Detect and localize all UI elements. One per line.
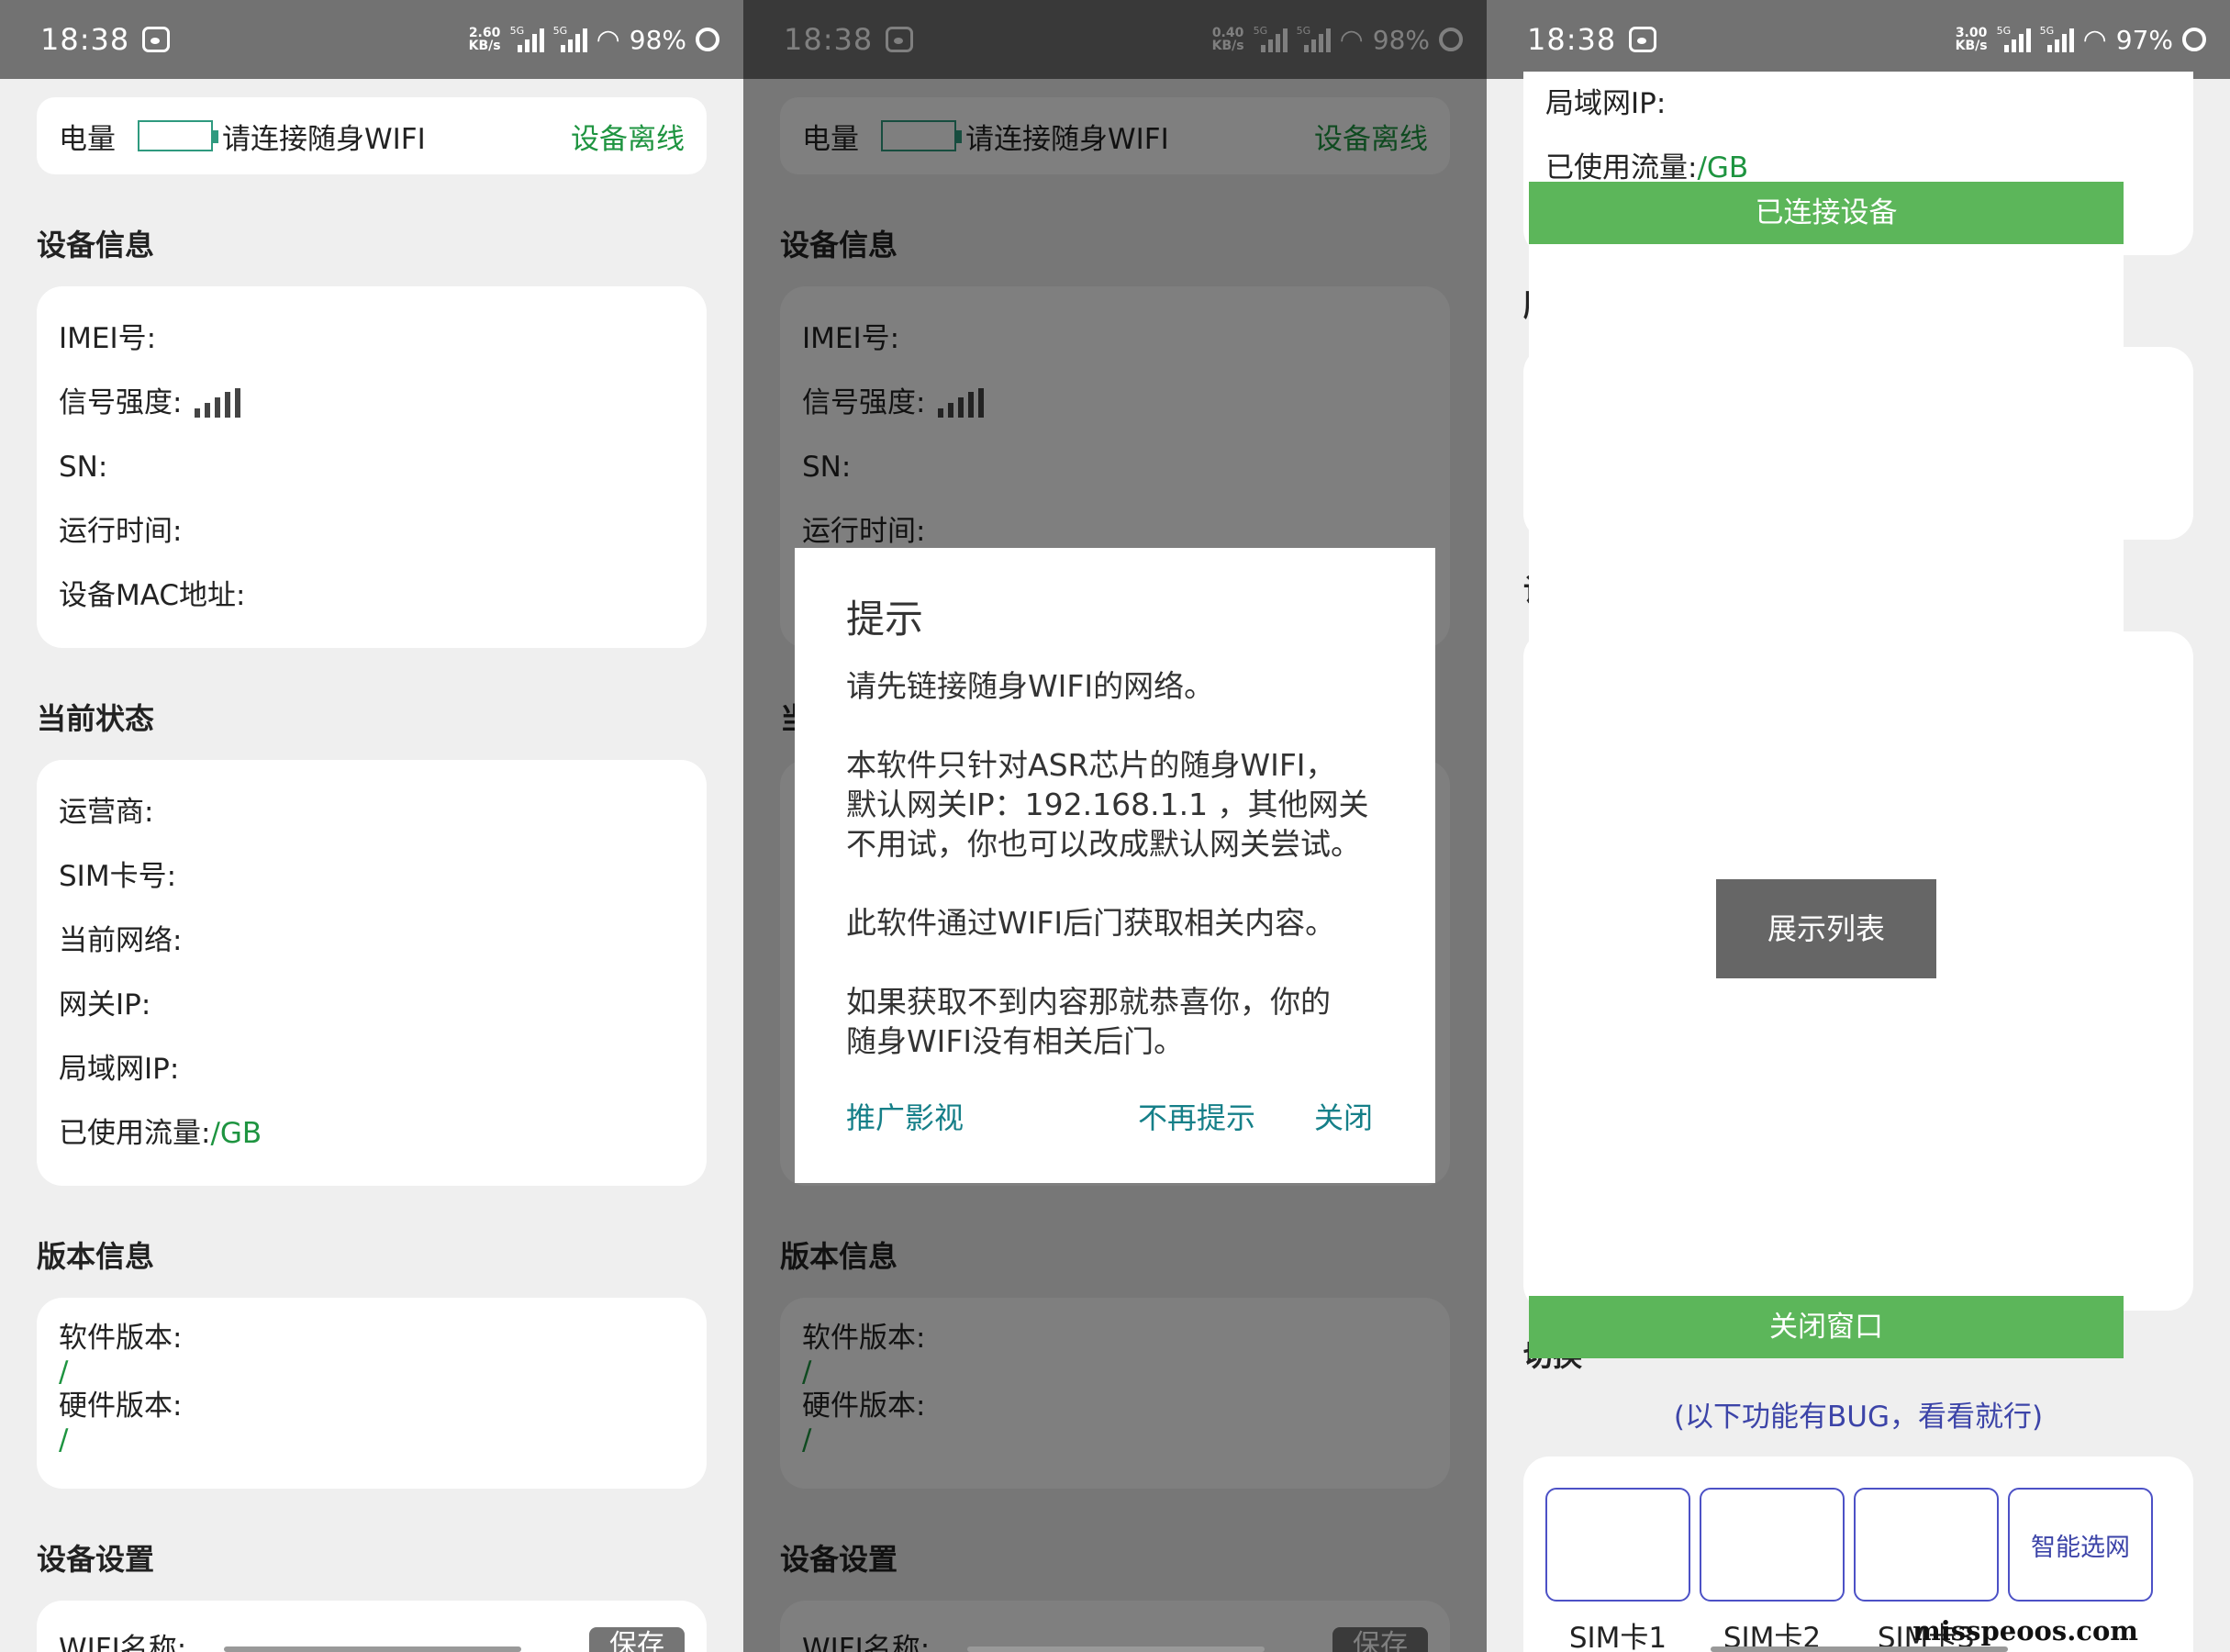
home-indicator (224, 1646, 521, 1652)
screen-main: 18:38 2.60 KB/s 5G 5G ◠ 98% 电量 请连接随身WIFI … (0, 0, 743, 1652)
dialog-title: 提示 (846, 597, 924, 642)
battery-icon (696, 28, 719, 51)
imei-row: IMEI号: (59, 322, 157, 355)
device-list-area: 展示列表 (1529, 244, 2124, 1296)
home-indicator (967, 1646, 1265, 1652)
software-version-label: 软件版本: (59, 1322, 183, 1355)
battery-icon (2182, 28, 2206, 51)
device-topbar: 电量 请连接随身WIFI 设备离线 (37, 97, 707, 174)
section-settings: 设备设置 (37, 1542, 155, 1577)
network-row: 当前网络: (59, 924, 183, 957)
sn-row: SN: (59, 451, 108, 484)
section-device-info: 设备信息 (37, 228, 155, 262)
gallery-icon (1629, 27, 1657, 52)
screen-dialog: 18:38 0.40KB/s 5G 5G ◠ 98% 电量 请连接随身WIFI … (743, 0, 1487, 1652)
screen-connected-devices: 18:38 3.00 KB/s 5G 5G ◠ 97% 局域网IP: 已使用流量:… (1487, 0, 2230, 1652)
status-time: 18:38 (40, 22, 130, 57)
dialog-text-1: 请先链接随身WIFI的网络。 (846, 668, 1215, 704)
popup-title: 已连接设备 (1529, 182, 2124, 244)
close-dialog-button[interactable]: 关闭 (1314, 1095, 1373, 1137)
card-current-state: 运营商: SIM卡号: 当前网络: 网关IP: 局域网IP: 已使用流量:/GB (37, 760, 707, 1186)
wifi-prompt: 请连接随身WIFI (222, 122, 426, 156)
hint-dialog: 提示 请先链接随身WIFI的网络。 本软件只针对ASR芯片的随身WIFI， 默认… (795, 548, 1435, 1183)
watermark: misspeoos.com (1912, 1615, 2138, 1646)
card-settings: WIFI名称: 保存 (37, 1601, 707, 1652)
battery-label: 电量 (59, 122, 116, 156)
wifi-name-label: WIFI名称: (59, 1632, 187, 1652)
gallery-icon (142, 27, 171, 52)
device-status: 设备离线 (571, 122, 685, 156)
signal-strength-icon (195, 388, 241, 418)
save-button[interactable]: 保存 (589, 1627, 685, 1652)
gateway-row: 网关IP: (59, 988, 151, 1021)
cell-signal-icon: 5G (1997, 25, 2031, 52)
cell-signal-icon-2: 5G (2040, 25, 2074, 52)
carrier-row: 运营商: (59, 796, 154, 829)
network-speed: 2.60 KB/s (468, 26, 501, 53)
card-version: 软件版本: / 硬件版本: / (37, 1298, 707, 1489)
signal-row: 信号强度: (59, 371, 685, 435)
sim-row: SIM卡号: (59, 860, 177, 893)
close-window-button[interactable]: 关闭窗口 (1529, 1296, 2124, 1358)
card-device-info: IMEI号: 信号强度: SN: 运行时间: 设备MAC地址: (37, 286, 707, 648)
hardware-version-value: / (59, 1423, 69, 1457)
traffic-row: 已使用流量:/GB (59, 1117, 262, 1150)
hardware-version-label: 硬件版本: (59, 1390, 183, 1423)
status-bar: 18:38 3.00 KB/s 5G 5G ◠ 97% (1487, 0, 2230, 79)
software-version-value: / (59, 1356, 69, 1389)
battery-percent: 98% (629, 24, 686, 55)
wifi-icon: ◠ (2082, 23, 2107, 56)
status-time: 18:38 (1527, 22, 1617, 57)
promo-button[interactable]: 推广影视 (846, 1095, 964, 1137)
dialog-text-3: 此软件通过WIFI后门获取相关内容。 (846, 905, 1336, 941)
device-battery-icon (138, 120, 218, 151)
home-indicator (1711, 1646, 2008, 1652)
status-bar: 18:38 2.60 KB/s 5G 5G ◠ 98% (0, 0, 743, 79)
sim2-option[interactable]: SIM卡2 (1700, 1488, 1845, 1652)
sim1-option[interactable]: SIM卡1 (1545, 1488, 1690, 1652)
cell-signal-icon: 5G (510, 25, 544, 52)
battery-percent: 97% (2115, 24, 2173, 55)
lan-ip-row: 局域网IP: (1545, 87, 1667, 120)
uptime-row: 运行时间: (59, 515, 183, 548)
traffic-value: /GB (210, 1117, 262, 1150)
section-current-state: 当前状态 (37, 701, 155, 736)
dialog-text-4: 如果获取不到内容那就恭喜你，你的 随身WIFI没有相关后门。 (846, 984, 1331, 1059)
mac-row: 设备MAC地址: (59, 579, 246, 612)
lan-ip-row: 局域网IP: (59, 1053, 180, 1086)
no-remind-button[interactable]: 不再提示 (1138, 1095, 1255, 1137)
connected-devices-popup: 已连接设备 展示列表 关闭窗口 (1529, 182, 2124, 1358)
wifi-icon: ◠ (596, 23, 620, 56)
section-version: 版本信息 (37, 1239, 155, 1274)
show-list-button[interactable]: 展示列表 (1716, 879, 1936, 978)
cell-signal-icon-2: 5G (553, 25, 587, 52)
dialog-text-2: 本软件只针对ASR芯片的随身WIFI， 默认网关IP：192.168.1.1 ，… (846, 747, 1369, 862)
network-speed: 3.00 KB/s (1955, 26, 1988, 53)
bug-note: (以下功能有BUG，看看就行) (1673, 1401, 2044, 1434)
